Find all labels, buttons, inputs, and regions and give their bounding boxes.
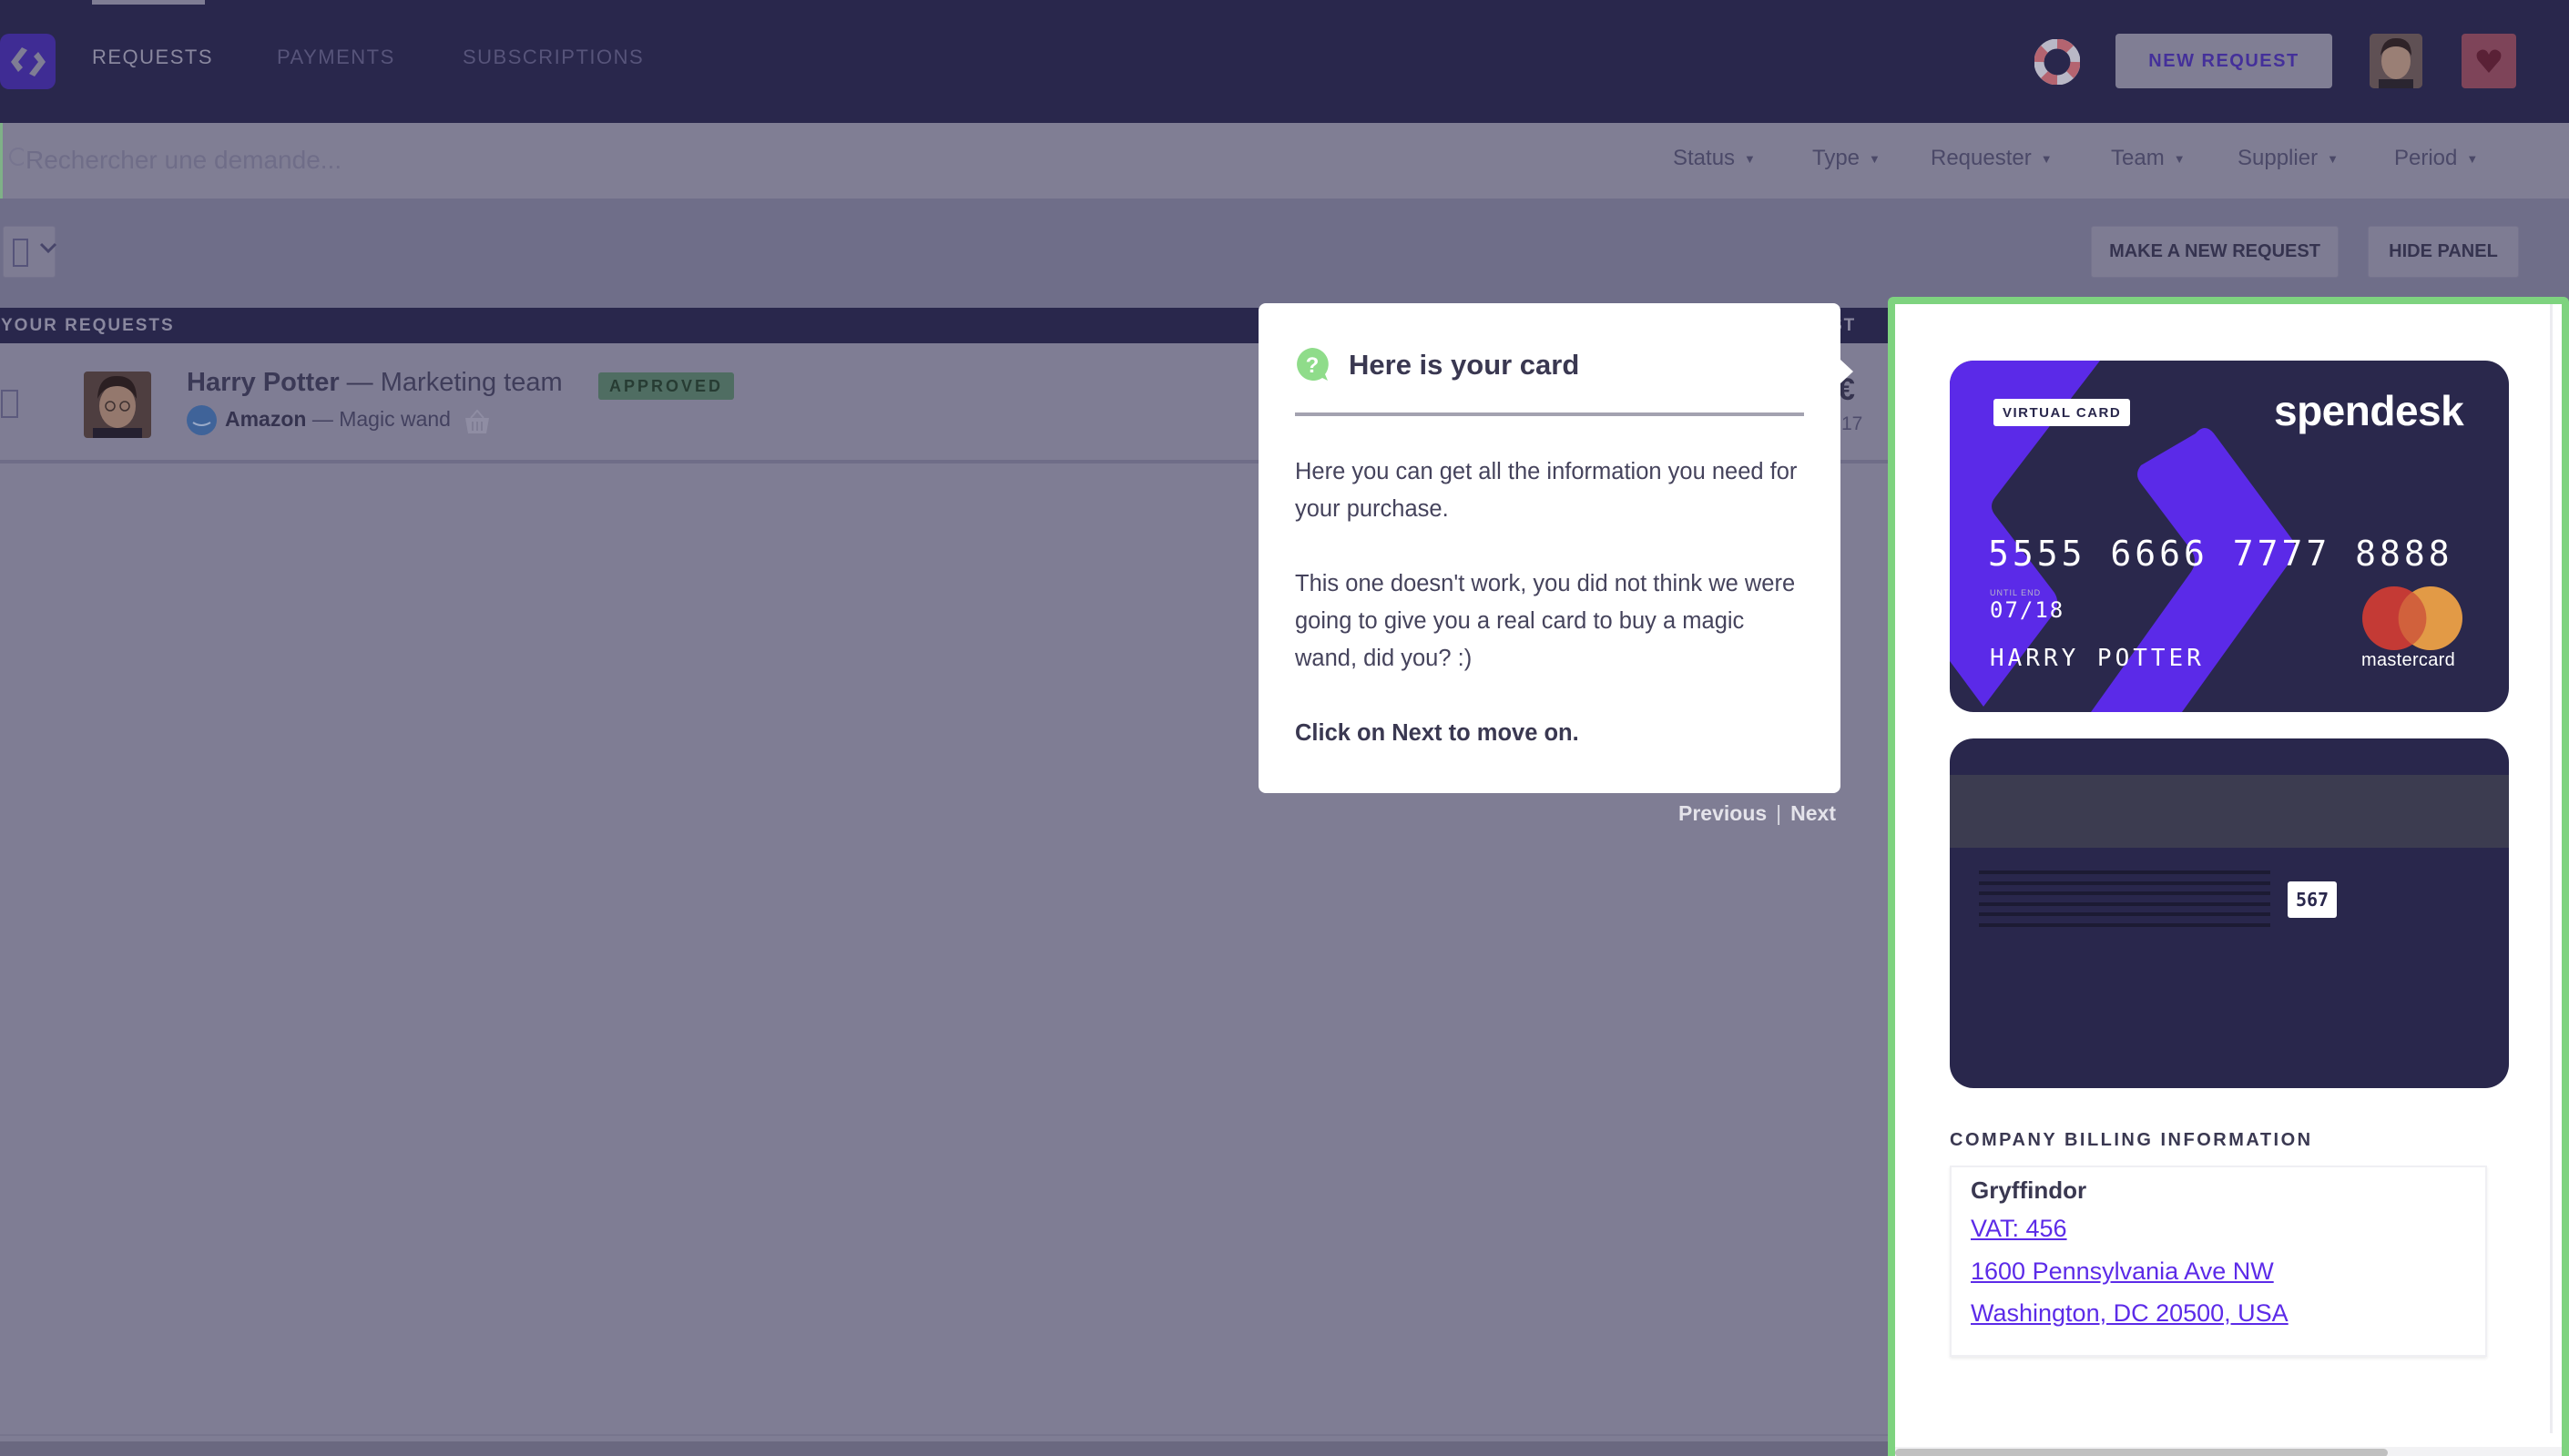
make-new-request-button[interactable]: MAKE A NEW REQUEST — [2091, 226, 2339, 278]
card-details-panel: VIRTUAL CARD spendesk 5555 6666 7777 888… — [1895, 304, 2562, 1456]
filter-requester[interactable]: Requester ▼ — [1931, 146, 2053, 171]
billing-info-box: Gryffindor VAT: 456 1600 Pennsylvania Av… — [1950, 1166, 2487, 1357]
separator: | — [1776, 801, 1782, 825]
filter-team[interactable]: Team ▼ — [2111, 146, 2186, 171]
tab-subscriptions[interactable]: SUBSCRIPTIONS — [463, 46, 644, 69]
mastercard-logo-icon — [2358, 585, 2467, 651]
address-line-1-link[interactable]: 1600 Pennsylvania Ave NW — [1971, 1257, 2274, 1286]
divider — [1295, 412, 1804, 416]
vertical-scrollbar[interactable] — [2550, 304, 2553, 1433]
signature-line — [1979, 902, 2270, 906]
previous-button[interactable]: Previous — [1678, 801, 1767, 826]
filter-label: Period — [2394, 146, 2458, 170]
team-name: Marketing team — [380, 368, 563, 397]
card-expiry: 07/18 — [1990, 597, 2065, 623]
signature-line — [1979, 891, 2270, 895]
separator: — — [306, 407, 340, 431]
request-description: Magic wand — [339, 407, 451, 431]
next-button[interactable]: Next — [1790, 801, 1836, 826]
search-icon — [5, 146, 27, 173]
lifebuoy-icon[interactable] — [2034, 38, 2081, 86]
top-nav-bar: REQUESTS PAYMENTS SUBSCRIPTIONS NEW REQU… — [0, 0, 2569, 123]
tooltip-title: Here is your card — [1349, 349, 1580, 381]
filter-period[interactable]: Period ▼ — [2394, 146, 2478, 171]
hide-panel-button[interactable]: HIDE PANEL — [2368, 226, 2519, 278]
separator: — — [339, 368, 381, 397]
billing-section-title: COMPANY BILLING INFORMATION — [1950, 1130, 2313, 1150]
filter-supplier[interactable]: Supplier ▼ — [2238, 146, 2339, 171]
tooltip-arrow — [1840, 360, 1853, 383]
tour-navigation: Previous | Next — [1678, 801, 1836, 826]
filter-label: Requester — [1931, 146, 2032, 170]
filter-label: Type — [1812, 146, 1860, 170]
heart-icon[interactable] — [2462, 34, 2516, 88]
section-title: YOUR REQUESTS — [1, 316, 175, 335]
row-checkbox[interactable] — [1, 390, 18, 418]
caret-down-icon: ▼ — [1744, 151, 1756, 166]
virtual-card-badge: VIRTUAL CARD — [1993, 399, 2131, 426]
filter-label: Supplier — [2238, 146, 2319, 170]
virtual-card-front: VIRTUAL CARD spendesk 5555 6666 7777 888… — [1950, 361, 2509, 712]
filter-label: Status — [1673, 146, 1736, 170]
card-cvv: 567 — [2288, 881, 2337, 918]
tooltip-paragraph: This one doesn't work, you did not think… — [1295, 571, 1796, 671]
request-date: 17 — [1841, 413, 1863, 434]
amazon-logo-icon — [187, 405, 217, 435]
select-all-dropdown[interactable] — [3, 226, 58, 278]
card-brand-logo: spendesk — [2274, 387, 2464, 434]
search-input[interactable] — [25, 137, 845, 184]
signature-line — [1979, 871, 2270, 874]
requester-avatar — [84, 372, 151, 438]
horizontal-scrollbar[interactable] — [0, 1441, 1890, 1456]
highlight-edge — [0, 123, 3, 199]
card-network: mastercard — [2361, 650, 2456, 670]
card-number: 5555 6666 7777 8888 — [1988, 534, 2453, 574]
virtual-card-back: 567 — [1950, 738, 2509, 1088]
scrollbar-thumb[interactable] — [1895, 1449, 2388, 1456]
requester-name: Harry Potter — [187, 368, 340, 397]
card-holder: HARRY POTTER — [1990, 645, 2205, 672]
caret-down-icon: ▼ — [2040, 151, 2053, 166]
signature-line — [1979, 881, 2270, 885]
filter-label: Team — [2111, 146, 2165, 170]
chevron-down-icon — [38, 238, 58, 263]
caret-down-icon: ▼ — [2173, 151, 2186, 166]
request-subtitle: Amazon — Magic wand — [225, 407, 451, 432]
filter-status[interactable]: Status ▼ — [1673, 146, 1756, 171]
signature-line — [1979, 923, 2270, 927]
new-request-button[interactable]: NEW REQUEST — [2115, 34, 2332, 88]
caret-down-icon: ▼ — [2327, 151, 2339, 166]
status-badge: APPROVED — [598, 372, 735, 400]
request-title: Harry Potter — Marketing team — [187, 368, 563, 398]
basket-icon — [463, 409, 492, 434]
address-line-2-link[interactable]: Washington, DC 20500, USA — [1971, 1299, 2289, 1328]
magnetic-stripe — [1950, 775, 2509, 848]
filter-type[interactable]: Type ▼ — [1812, 146, 1881, 171]
caret-down-icon: ▼ — [1869, 151, 1881, 166]
highlighted-panel: VIRTUAL CARD spendesk 5555 6666 7777 888… — [1888, 297, 2569, 1456]
user-avatar[interactable] — [2370, 34, 2422, 88]
signature-line — [1979, 912, 2270, 916]
supplier-name: Amazon — [225, 407, 307, 431]
expiry-label: UNTIL END — [1990, 588, 2042, 597]
help-bubble-icon: ? — [1295, 347, 1330, 383]
vat-number-link[interactable]: VAT: 456 — [1971, 1215, 2067, 1243]
company-name: Gryffindor — [1971, 1176, 2087, 1204]
tab-requests[interactable]: REQUESTS — [92, 46, 213, 69]
active-tab-indicator — [92, 0, 205, 5]
divider — [0, 1434, 1890, 1436]
panel-horizontal-scrollbar[interactable] — [1895, 1447, 2562, 1456]
select-all-checkbox[interactable] — [13, 239, 28, 267]
spendesk-logo-icon[interactable] — [0, 34, 56, 89]
onboarding-tooltip: ? Here is your card Here you can get all… — [1259, 303, 1853, 793]
tooltip-cta: Click on Next to move on. — [1295, 720, 1579, 746]
svg-text:?: ? — [1306, 353, 1320, 378]
caret-down-icon: ▼ — [2466, 151, 2479, 166]
tooltip-paragraph: Here you can get all the information you… — [1295, 459, 1798, 522]
tab-payments[interactable]: PAYMENTS — [277, 46, 395, 69]
